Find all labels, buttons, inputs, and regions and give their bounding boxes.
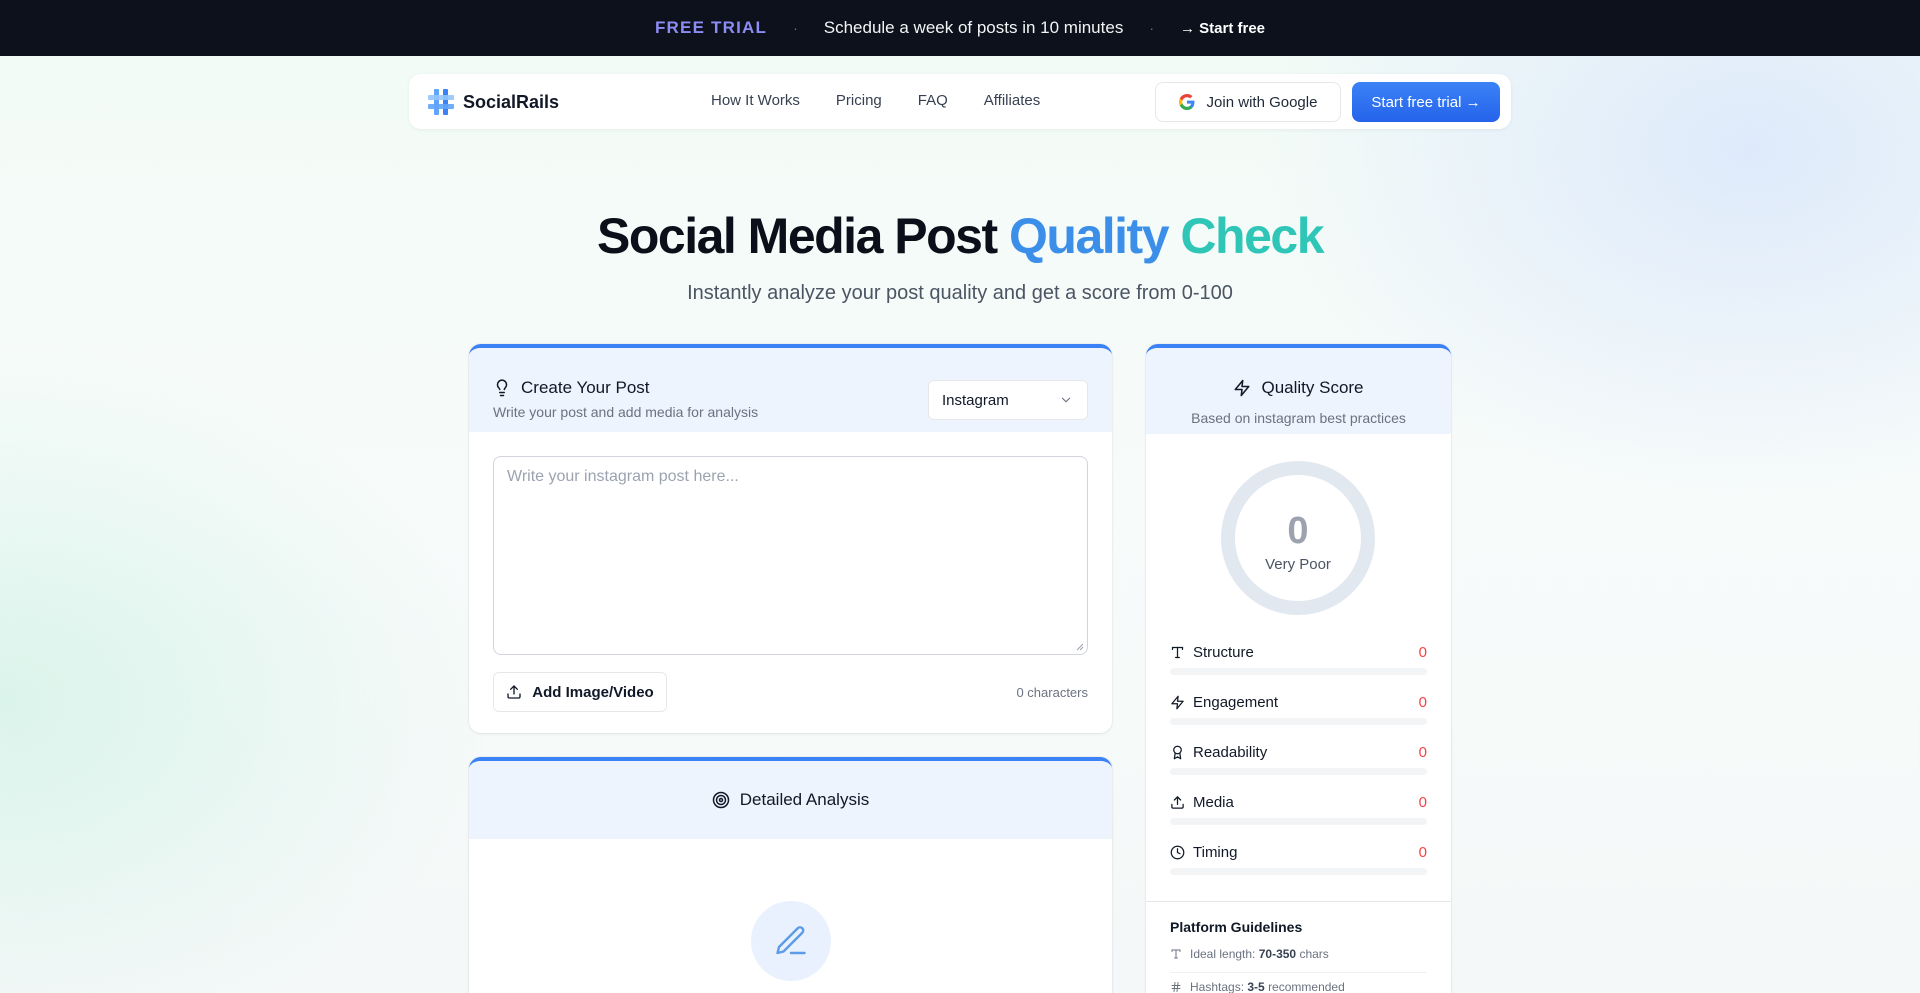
pencil-icon [773,923,809,959]
metric-label: Structure [1193,644,1254,661]
guideline-separator [1170,972,1427,973]
metric-bar [1170,668,1427,675]
metric-structure: Structure 0 [1170,644,1427,680]
empty-state-badge [751,901,831,981]
promo-banner: FREE TRIAL · Schedule a week of posts in… [0,0,1920,56]
google-icon [1178,94,1195,110]
guideline-length: Ideal length: 70-350 chars [1170,947,1329,961]
banner-separator: · [1149,20,1154,36]
guideline-value: 3-5 [1247,980,1265,993]
award-icon [1170,745,1185,760]
page-title: Social Media Post Quality Check [0,207,1920,265]
guideline-suffix: chars [1299,947,1329,961]
guideline-prefix: Ideal length: [1190,947,1256,961]
clock-icon [1170,845,1185,860]
upload-icon [1170,795,1185,810]
score-value: 0 [1287,510,1309,552]
platform-guidelines-title: Platform Guidelines [1170,919,1303,935]
metric-engagement: Engagement 0 [1170,694,1427,730]
chevron-down-icon [1059,393,1073,407]
metric-label: Readability [1193,744,1268,761]
start-free-trial-button[interactable]: Start free trial → [1352,82,1500,122]
detailed-analysis-title: Detailed Analysis [739,790,870,809]
create-post-subtitle: Write your post and add media for analys… [493,404,759,420]
nav-link-how-it-works[interactable]: How It Works [711,92,800,109]
title-accent-quality: Quality [1009,208,1169,264]
platform-select[interactable]: Instagram [928,380,1088,420]
metric-value: 0 [1418,794,1427,811]
resize-grip-icon[interactable] [1076,643,1084,651]
create-post-title: Create Your Post [493,378,650,398]
lightbulb-icon [493,379,511,397]
add-image-video-button[interactable]: Add Image/Video [493,672,667,712]
google-button-label: Join with Google [1206,93,1318,111]
detailed-analysis-card: Detailed Analysis [469,757,1112,993]
quality-score-title-text: Quality Score [1261,378,1364,397]
title-accent-check: Check [1180,208,1324,264]
create-post-title-text: Create Your Post [521,378,650,397]
hash-icon [1170,981,1182,993]
metric-label: Timing [1193,844,1238,861]
nav-link-affiliates[interactable]: Affiliates [984,92,1040,109]
guideline-suffix: recommended [1268,980,1345,993]
quality-score-title: Quality Score [1146,378,1451,398]
metric-label: Media [1193,794,1234,811]
metric-value: 0 [1418,694,1427,711]
metric-value: 0 [1418,744,1427,761]
target-icon [712,791,730,809]
page-subtitle: Instantly analyze your post quality and … [687,282,1233,304]
banner-separator: · [793,20,798,36]
type-icon [1170,948,1182,960]
nav-link-pricing[interactable]: Pricing [836,92,882,109]
quality-score-subtitle: Based on instagram best practices [1191,410,1406,426]
start-free-link[interactable]: → Start free [1180,20,1265,37]
upload-icon [506,684,522,700]
platform-selected-value: Instagram [942,391,1009,409]
brand-logo[interactable]: SocialRails [427,88,559,116]
hashtag-logo-icon [427,88,455,116]
metric-media: Media 0 [1170,794,1427,830]
guideline-value: 70-350 [1258,947,1297,961]
post-text-input[interactable]: Write your instagram post here... [493,456,1088,655]
zap-icon [1170,695,1185,710]
metric-value: 0 [1418,644,1427,661]
create-post-card: Create Your Post Write your post and add… [469,344,1112,733]
guidelines-divider [1146,901,1451,902]
detailed-analysis-header: Detailed Analysis [469,761,1112,839]
guideline-prefix: Hashtags: [1190,980,1245,993]
nav-links: How It Works Pricing FAQ Affiliates [711,92,1040,109]
title-main: Social Media Post [597,208,998,264]
metric-bar [1170,818,1427,825]
zap-icon [1233,379,1251,397]
metric-bar [1170,718,1427,725]
score-ring: 0 Very Poor [1218,458,1378,618]
quality-score-header: Quality Score Based on instagram best pr… [1146,348,1451,434]
brand-name: SocialRails [463,91,560,112]
metric-label: Engagement [1193,694,1279,711]
quality-score-card: Quality Score Based on instagram best pr… [1146,344,1451,993]
top-nav: SocialRails How It Works Pricing FAQ Aff… [409,74,1511,129]
metric-bar [1170,768,1427,775]
create-post-header: Create Your Post Write your post and add… [469,348,1112,432]
guideline-hashtags: Hashtags: 3-5 recommended [1170,980,1345,993]
add-media-label: Add Image/Video [532,683,654,701]
post-text-placeholder: Write your instagram post here... [507,468,739,485]
join-with-google-button[interactable]: Join with Google [1155,82,1341,122]
score-rating: Very Poor [1265,556,1331,573]
character-count: 0 characters [1016,685,1088,700]
banner-message: Schedule a week of posts in 10 minutes [823,18,1124,37]
free-trial-tag: FREE TRIAL [654,18,768,37]
metric-timing: Timing 0 [1170,844,1427,880]
nav-link-faq[interactable]: FAQ [918,92,948,109]
metric-readability: Readability 0 [1170,744,1427,780]
metric-value: 0 [1418,844,1427,861]
metric-bar [1170,868,1427,875]
type-icon [1170,645,1185,660]
